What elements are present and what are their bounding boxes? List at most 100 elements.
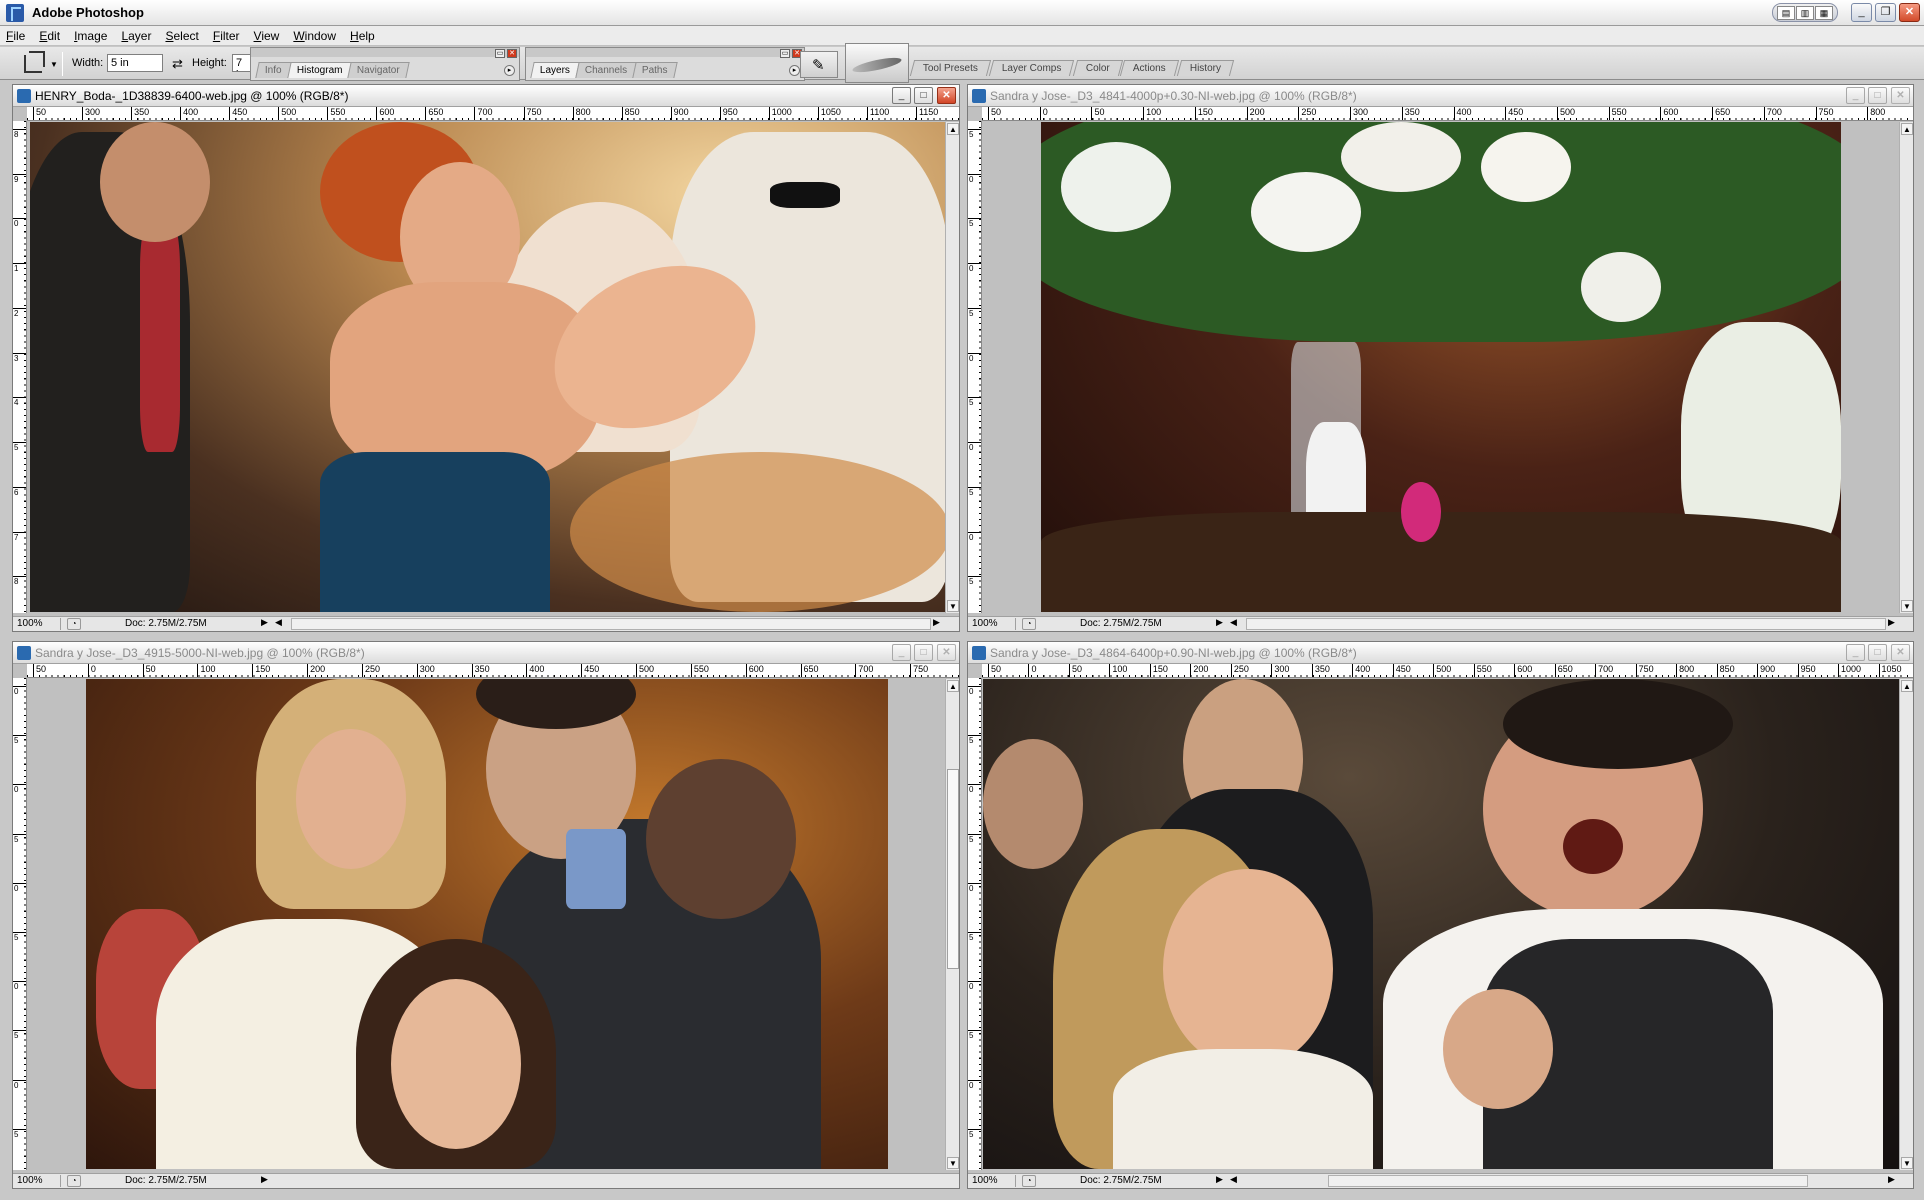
- tab-channels[interactable]: Channels: [575, 62, 637, 78]
- scroll-left-icon[interactable]: ◀: [1230, 617, 1237, 628]
- palette-menu-icon[interactable]: ▸: [504, 65, 515, 76]
- scroll-up-icon[interactable]: ▲: [947, 123, 959, 135]
- scroll-down-icon[interactable]: ▼: [947, 600, 959, 612]
- menu-window[interactable]: Window: [293, 29, 336, 43]
- scroll-right-icon[interactable]: ▶: [1888, 1174, 1895, 1185]
- cascade-icon[interactable]: ▥: [1796, 5, 1814, 20]
- vertical-scrollbar[interactable]: ▲ ▼: [945, 122, 959, 613]
- dock-tab-actions[interactable]: Actions: [1120, 60, 1180, 76]
- tool-preset-dropdown-icon[interactable]: ▼: [50, 60, 58, 69]
- menu-file[interactable]: File: [6, 29, 25, 43]
- scroll-left-icon[interactable]: ◀: [1230, 1174, 1237, 1185]
- doc-maximize-button[interactable]: □: [1868, 87, 1887, 104]
- document-window-3[interactable]: Sandra y Jose-_D3_4915-5000-NI-web.jpg @…: [12, 641, 960, 1189]
- document-window-4[interactable]: Sandra y Jose-_D3_4864-6400p+0.90-NI-web…: [967, 641, 1914, 1189]
- status-info-icon[interactable]: ◔: [67, 1175, 81, 1187]
- ruler-tick-label: 0: [968, 686, 981, 696]
- scroll-up-icon[interactable]: ▲: [1901, 123, 1913, 135]
- document-window-2[interactable]: Sandra y Jose-_D3_4841-4000p+0.30-NI-web…: [967, 84, 1914, 632]
- zoom-field[interactable]: 100%: [972, 1175, 1016, 1187]
- doc-close-button[interactable]: ✕: [1891, 644, 1910, 661]
- doc-minimize-button[interactable]: _: [1846, 87, 1865, 104]
- document-title-bar[interactable]: Sandra y Jose-_D3_4864-6400p+0.90-NI-web…: [968, 642, 1913, 664]
- tab-info[interactable]: Info: [255, 62, 292, 78]
- tab-layers[interactable]: Layers: [530, 62, 580, 78]
- fullscreen-icon[interactable]: ▦: [1815, 5, 1833, 20]
- doc-maximize-button[interactable]: □: [1868, 644, 1887, 661]
- horizontal-scrollbar[interactable]: [291, 618, 931, 630]
- menu-help[interactable]: Help: [350, 29, 375, 43]
- doc-maximize-button[interactable]: □: [914, 87, 933, 104]
- canvas-area[interactable]: [983, 679, 1899, 1170]
- scroll-left-icon[interactable]: ◀: [275, 617, 282, 628]
- scroll-down-icon[interactable]: ▼: [1901, 600, 1913, 612]
- doc-minimize-button[interactable]: _: [892, 644, 911, 661]
- menu-image[interactable]: Image: [74, 29, 107, 43]
- menu-view[interactable]: View: [254, 29, 280, 43]
- vertical-scrollbar[interactable]: ▲ ▼: [1899, 122, 1913, 613]
- tab-navigator[interactable]: Navigator: [347, 62, 410, 78]
- palette-well-feather-icon[interactable]: [845, 43, 909, 83]
- document-title-bar[interactable]: Sandra y Jose-_D3_4841-4000p+0.30-NI-web…: [968, 85, 1913, 107]
- dock-tab-color[interactable]: Color: [1072, 60, 1123, 76]
- palette-minimize-button[interactable]: ▭: [495, 49, 505, 58]
- status-info-icon[interactable]: ◔: [1022, 1175, 1036, 1187]
- doc-maximize-button[interactable]: □: [914, 644, 933, 661]
- tab-paths[interactable]: Paths: [632, 62, 678, 78]
- dock-tab-history[interactable]: History: [1177, 60, 1235, 76]
- menu-layer[interactable]: Layer: [121, 29, 151, 43]
- doc-close-button[interactable]: ✕: [1891, 87, 1910, 104]
- scroll-up-icon[interactable]: ▲: [947, 680, 959, 692]
- width-input[interactable]: 5 in: [107, 54, 163, 72]
- zoom-field[interactable]: 100%: [17, 618, 61, 630]
- status-menu-icon[interactable]: ▶: [1216, 1174, 1223, 1185]
- window-arrange-group[interactable]: ▤ ▥ ▦: [1772, 3, 1838, 22]
- vertical-scrollbar[interactable]: ▲ ▼: [1899, 679, 1913, 1170]
- doc-close-button[interactable]: ✕: [937, 644, 956, 661]
- doc-minimize-button[interactable]: _: [1846, 644, 1865, 661]
- document-window-1[interactable]: HENRY_Boda-_1D38839-6400-web.jpg @ 100% …: [12, 84, 960, 632]
- status-menu-icon[interactable]: ▶: [1216, 617, 1223, 628]
- crop-tool-icon[interactable]: [24, 51, 45, 73]
- file-browser-icon[interactable]: [800, 51, 838, 78]
- tab-histogram[interactable]: Histogram: [286, 62, 352, 78]
- document-title-bar[interactable]: HENRY_Boda-_1D38839-6400-web.jpg @ 100% …: [13, 85, 959, 107]
- canvas-area[interactable]: [28, 679, 945, 1170]
- scroll-up-icon[interactable]: ▲: [1901, 680, 1913, 692]
- tile-icon[interactable]: ▤: [1777, 5, 1795, 20]
- close-button[interactable]: ✕: [1899, 3, 1920, 22]
- scroll-down-icon[interactable]: ▼: [947, 1157, 959, 1169]
- palette-minimize-button[interactable]: ▭: [780, 49, 790, 58]
- scroll-right-icon[interactable]: ▶: [933, 617, 940, 628]
- swap-dimensions-icon[interactable]: ⇄: [172, 56, 183, 72]
- status-menu-icon[interactable]: ▶: [261, 617, 268, 628]
- scroll-right-icon[interactable]: ▶: [1888, 617, 1895, 628]
- restore-button[interactable]: ❐: [1875, 3, 1896, 22]
- palette-menu-icon[interactable]: ▸: [789, 65, 800, 76]
- minimize-button[interactable]: _: [1851, 3, 1872, 22]
- ruler-tick-label: 1000: [1838, 664, 1861, 677]
- status-menu-icon[interactable]: ▶: [261, 1174, 268, 1185]
- zoom-field[interactable]: 100%: [17, 1175, 61, 1187]
- status-info-icon[interactable]: ◔: [1022, 618, 1036, 630]
- menu-filter[interactable]: Filter: [213, 29, 240, 43]
- canvas-area[interactable]: [28, 122, 945, 613]
- menu-edit[interactable]: Edit: [39, 29, 60, 43]
- zoom-field[interactable]: 100%: [972, 618, 1016, 630]
- doc-minimize-button[interactable]: _: [892, 87, 911, 104]
- horizontal-scrollbar[interactable]: [1328, 1175, 1808, 1187]
- document-title-bar[interactable]: Sandra y Jose-_D3_4915-5000-NI-web.jpg @…: [13, 642, 959, 664]
- scroll-thumb[interactable]: [947, 769, 959, 969]
- height-input[interactable]: 7 in: [232, 54, 252, 72]
- dock-tab-layer-comps[interactable]: Layer Comps: [988, 60, 1075, 76]
- doc-size-label: Doc: 2.75M/2.75M: [125, 618, 207, 629]
- dock-tab-tool-presets[interactable]: Tool Presets: [909, 60, 992, 76]
- menu-select[interactable]: Select: [165, 29, 198, 43]
- doc-close-button[interactable]: ✕: [937, 87, 956, 104]
- vertical-scrollbar[interactable]: ▲ ▼: [945, 679, 959, 1170]
- horizontal-scrollbar[interactable]: [1246, 618, 1886, 630]
- status-info-icon[interactable]: ◔: [67, 618, 81, 630]
- scroll-down-icon[interactable]: ▼: [1901, 1157, 1913, 1169]
- canvas-area[interactable]: [983, 122, 1899, 613]
- palette-close-button[interactable]: ✕: [507, 49, 517, 58]
